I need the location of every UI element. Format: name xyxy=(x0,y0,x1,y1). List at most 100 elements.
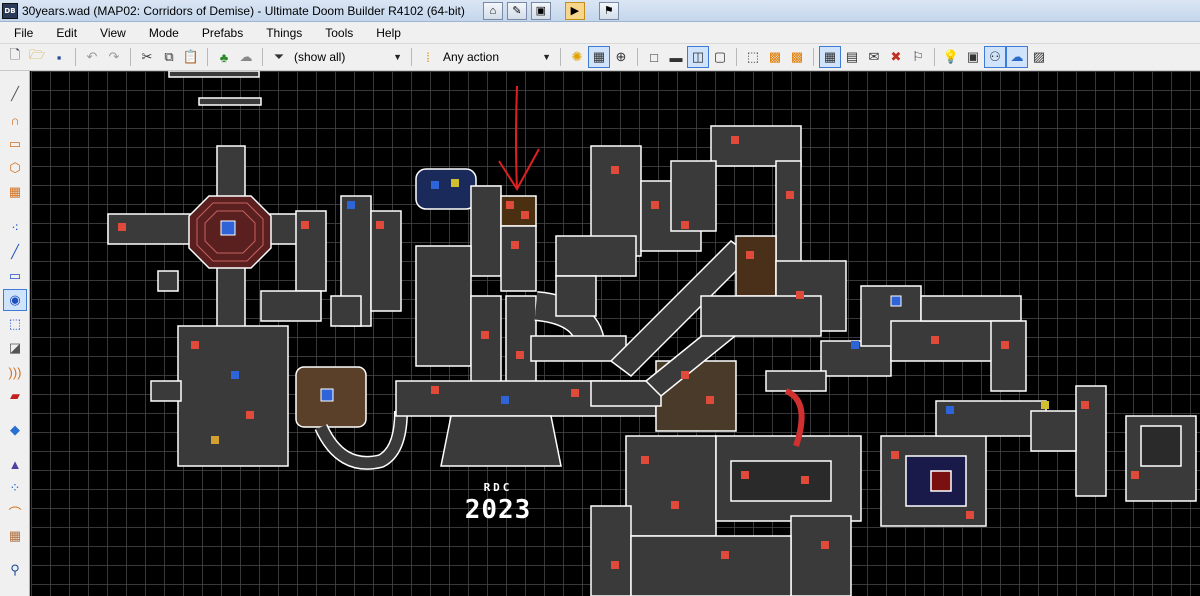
separator xyxy=(75,48,76,66)
draw-grid-icon[interactable]: ▦ xyxy=(3,181,27,203)
sector xyxy=(1075,385,1107,497)
sector xyxy=(370,210,402,312)
sector xyxy=(700,295,822,337)
screenshot-icon[interactable]: ▣ xyxy=(962,46,984,68)
sector xyxy=(198,97,262,106)
split-geometry-icon[interactable]: ▩ xyxy=(764,46,786,68)
sector xyxy=(168,71,260,78)
sector xyxy=(555,235,637,277)
bridge-icon[interactable]: ⌒ xyxy=(3,501,27,523)
cut-icon[interactable]: ✂ xyxy=(136,46,158,68)
draw-ellipse-icon[interactable]: ⬡ xyxy=(3,157,27,179)
thing-marker xyxy=(571,389,579,397)
view-ceilings-icon[interactable]: ▢ xyxy=(709,46,731,68)
draw-curve-icon[interactable]: ∩ xyxy=(3,109,27,131)
search-icon[interactable]: ⚲ xyxy=(3,559,27,581)
prefab-elephant-icon[interactable]: ☁ xyxy=(235,46,257,68)
thing-marker xyxy=(731,136,739,144)
draw-rectangle-icon[interactable]: ▭ xyxy=(3,133,27,155)
merge-geometry-icon[interactable]: ⬚ xyxy=(742,46,764,68)
view-brightness-icon[interactable]: ▬ xyxy=(665,46,687,68)
nav-back-icon[interactable]: ⌂ xyxy=(482,1,503,20)
fog-icon[interactable]: ▨ xyxy=(1028,46,1050,68)
sector xyxy=(415,245,472,367)
sector xyxy=(920,295,1022,322)
test-map-icon[interactable]: ▶ xyxy=(564,1,585,20)
textures-icon[interactable]: ▦ xyxy=(819,46,841,68)
menu-things[interactable]: Things xyxy=(252,22,311,44)
sound-environment-icon[interactable]: ▰ xyxy=(3,385,27,407)
sector xyxy=(730,460,832,502)
find-replace-icon[interactable]: ✉ xyxy=(863,46,885,68)
flats-icon[interactable]: ▤ xyxy=(841,46,863,68)
errors-icon[interactable]: ✖ xyxy=(885,46,907,68)
action-filter-select[interactable]: Any action ▼ xyxy=(439,47,555,67)
save-map-icon[interactable]: ▣ xyxy=(530,1,551,20)
things-filter-select[interactable]: (show all) ▼ xyxy=(290,47,406,67)
linedefs-mode-icon[interactable]: ╱ xyxy=(3,241,27,263)
thing-marker xyxy=(246,411,254,419)
save-icon[interactable]: ▪ xyxy=(48,46,70,68)
thing-marker xyxy=(220,220,236,236)
insert-prefab-icon[interactable]: ♣ xyxy=(213,46,235,68)
menu-help[interactable]: Help xyxy=(362,22,410,44)
thing-marker xyxy=(1131,471,1139,479)
view-normal-icon[interactable]: □ xyxy=(643,46,665,68)
flag-icon[interactable]: ⚑ xyxy=(598,1,619,20)
sector xyxy=(415,168,477,210)
tag-explorer-icon[interactable]: ⚐ xyxy=(907,46,929,68)
things-mode-icon[interactable]: ◉ xyxy=(3,289,27,311)
sector xyxy=(790,515,852,596)
map-options-icon[interactable]: ✎ xyxy=(506,1,527,20)
terrain-icon[interactable]: ▲ xyxy=(3,453,27,475)
menu-edit[interactable]: Edit xyxy=(42,22,86,44)
sector xyxy=(470,295,502,387)
copy-icon[interactable]: ⧉ xyxy=(158,46,180,68)
thing-points-icon[interactable]: ⁘ xyxy=(3,477,27,499)
thing-marker xyxy=(746,251,754,259)
make-door-icon[interactable]: ◪ xyxy=(3,337,27,359)
model-render-icon[interactable]: ⚇ xyxy=(984,46,1006,68)
menu-view[interactable]: View xyxy=(86,22,135,44)
draw-lines-icon[interactable]: ╱ xyxy=(3,83,27,105)
snap-icon[interactable]: ⊕ xyxy=(610,46,632,68)
thing-marker xyxy=(481,331,489,339)
redo-icon[interactable]: ↷ xyxy=(103,46,125,68)
thing-marker xyxy=(211,436,219,444)
menu-tools[interactable]: Tools xyxy=(311,22,362,44)
filter-icon[interactable]: ⏷ xyxy=(268,46,290,68)
sector xyxy=(1030,410,1077,452)
sector xyxy=(470,185,502,277)
sector xyxy=(530,335,627,362)
view-floors-icon[interactable]: ◫ xyxy=(687,46,709,68)
menu-mode[interactable]: Mode xyxy=(135,22,188,44)
new-map-icon[interactable]: 🗋 xyxy=(4,46,26,68)
edit-selection-icon[interactable]: ⬚ xyxy=(3,313,27,335)
sky-render-icon[interactable]: ☁ xyxy=(1006,46,1028,68)
thing-marker xyxy=(301,221,309,229)
separator xyxy=(130,48,131,66)
menu-prefabs[interactable]: Prefabs xyxy=(188,22,252,44)
thing-marker xyxy=(851,341,859,349)
visual-mode-icon[interactable]: ◆ xyxy=(3,419,27,441)
paste-icon[interactable]: 📋 xyxy=(180,46,202,68)
thing-marker xyxy=(320,388,334,402)
thing-marker xyxy=(890,295,902,307)
undo-icon[interactable]: ↶ xyxy=(81,46,103,68)
brightness-icon[interactable]: ✺ xyxy=(566,46,588,68)
replace-geometry-icon[interactable]: ▩ xyxy=(786,46,808,68)
lightbulb-icon[interactable]: 💡 xyxy=(940,46,962,68)
mode-toolbar: ╱ ∩ ▭ ⬡ ▦ ⁖ ╱ ▭ ◉ ⬚ ◪ ))) ▰ ◆ ▲ ⁘ ⌒ ▦ ⚲ xyxy=(0,71,30,596)
grid-icon[interactable]: ▦ xyxy=(588,46,610,68)
stairs-icon[interactable]: ▦ xyxy=(3,525,27,547)
linedef-filter-icon[interactable]: ⁞ xyxy=(417,46,439,68)
menu-file[interactable]: File xyxy=(0,22,42,44)
open-map-icon[interactable]: 🗁 xyxy=(26,46,48,68)
thing-marker xyxy=(347,201,355,209)
sound-propagation-icon[interactable]: ))) xyxy=(3,361,27,383)
thing-marker xyxy=(1081,401,1089,409)
map-canvas[interactable]: RDC 2023 xyxy=(31,71,1200,596)
vertices-mode-icon[interactable]: ⁖ xyxy=(3,217,27,239)
sectors-mode-icon[interactable]: ▭ xyxy=(3,265,27,287)
thing-marker xyxy=(1001,341,1009,349)
